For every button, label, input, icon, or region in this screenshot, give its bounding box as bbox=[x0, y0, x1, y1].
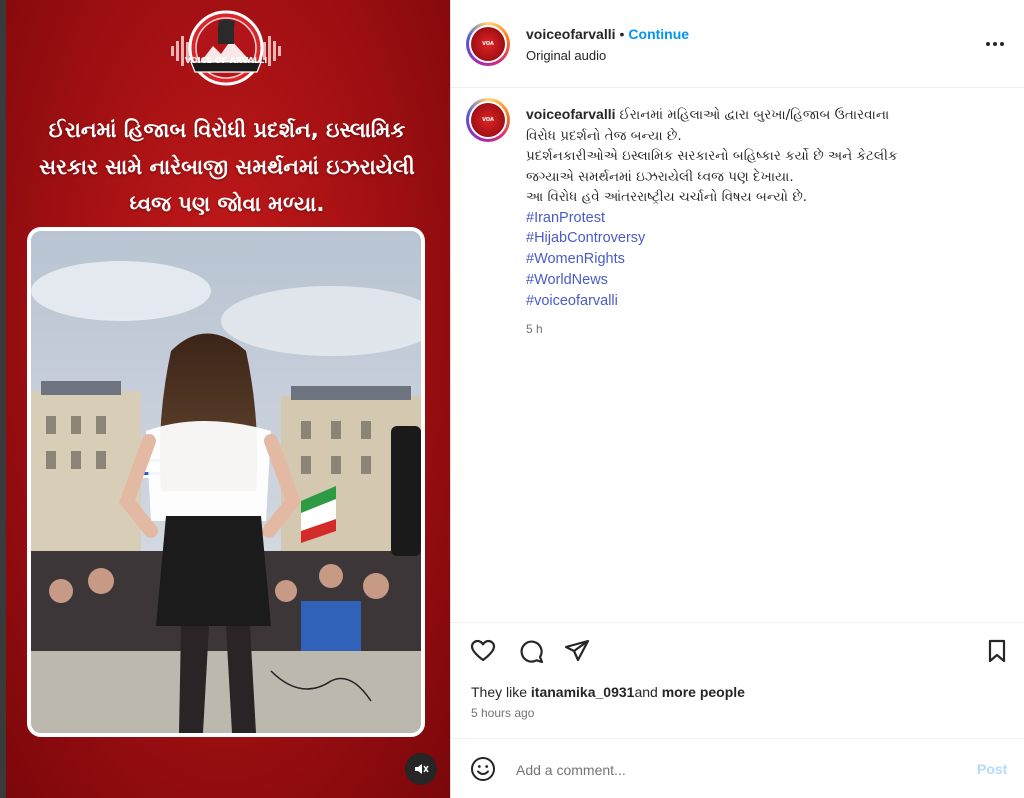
caption-age: 5 h bbox=[526, 322, 543, 337]
post-caption: voiceofarvalli ઈરાનમાં મહિલાઓ દ્વારા બુરખ… bbox=[526, 104, 996, 340]
caption-username[interactable]: voiceofarvalli bbox=[526, 106, 616, 122]
header-username[interactable]: voiceofarvalli bbox=[526, 26, 616, 42]
share-icon[interactable] bbox=[563, 637, 591, 665]
comment-input[interactable] bbox=[516, 758, 956, 782]
speaker-muted-icon bbox=[415, 764, 429, 774]
caption-line: voiceofarvalli ઈરાનમાં મહિલાઓ દ્વારા બુરખ… bbox=[526, 104, 996, 126]
original-audio-link[interactable]: Original audio bbox=[526, 48, 606, 63]
action-bar bbox=[451, 622, 1024, 678]
more-horizontal-icon[interactable] bbox=[983, 34, 1007, 54]
comment-icon[interactable] bbox=[517, 637, 545, 665]
voice-of-arvalli-logo bbox=[171, 10, 281, 86]
comment-bar: Post bbox=[451, 738, 1024, 798]
post-button[interactable]: Post bbox=[977, 761, 1007, 777]
likes-connector: and bbox=[634, 684, 658, 700]
hashtag-link[interactable]: #HijabControversy bbox=[526, 228, 996, 249]
avatar[interactable]: VOA bbox=[466, 22, 510, 66]
media-edge bbox=[0, 0, 6, 798]
header-user-row: voiceofarvalli • Continue bbox=[526, 26, 689, 42]
hashtag-link[interactable]: #WorldNews bbox=[526, 270, 996, 291]
logo-text: VOICE OF ARVALLI bbox=[184, 56, 268, 65]
post-media[interactable]: VOICE OF ARVALLI ઈરાનમાં હિજાબ વિરોધી પ્… bbox=[0, 0, 450, 798]
heart-icon[interactable] bbox=[469, 637, 497, 665]
mute-button[interactable] bbox=[405, 753, 437, 785]
liker-username[interactable]: itanamika_0931 bbox=[531, 684, 635, 700]
protest-photo bbox=[27, 227, 425, 737]
likes-summary: They like itanamika_0931and more people bbox=[471, 684, 745, 700]
headline-line: ઈરાનમાં હિજાબ વિરોધી પ્રદર્શન, ઇસ્લામિક bbox=[48, 118, 406, 142]
hashtag-link[interactable]: #IranProtest bbox=[526, 208, 996, 229]
caption-text: ઈરાનમાં મહિલાઓ દ્વારા બુરખા/હિજાબ ઉતારવા… bbox=[619, 107, 890, 123]
post-timestamp: 5 hours ago bbox=[471, 706, 535, 720]
hashtag-link[interactable]: #WomenRights bbox=[526, 249, 996, 270]
likes-prefix: They like bbox=[471, 684, 531, 700]
hashtag-link[interactable]: #voiceofarvalli bbox=[526, 291, 996, 312]
continue-button[interactable]: Continue bbox=[628, 26, 689, 42]
caption-line: વિરોધ પ્રદર્શનો તેજ બન્યા છે. bbox=[526, 127, 682, 144]
post-dialog: VOICE OF ARVALLI ઈરાનમાં હિજાબ વિરોધી પ્… bbox=[0, 0, 1024, 798]
more-people-link[interactable]: more people bbox=[658, 684, 745, 700]
caption-line: પ્રદર્શનકારીઓએ ઇસ્લામિક સરકારનો બહિષ્કાર… bbox=[526, 148, 898, 164]
emoji-icon[interactable] bbox=[470, 756, 496, 782]
media-headline: ઈરાનમાં હિજાબ વિરોધી પ્રદર્શન, ઇસ્લામિક … bbox=[20, 112, 434, 223]
headline-line: ધ્વજ પણ જોવા મળ્યા. bbox=[129, 192, 325, 216]
caption-avatar[interactable]: VOA bbox=[466, 98, 510, 142]
bookmark-icon[interactable] bbox=[983, 637, 1011, 665]
headline-line: સરકાર સામે નારેબાજી સમર્થનમાં ઇઝરાયેલી bbox=[39, 155, 415, 179]
caption-line: જગ્યાએ સમર્થનમાં ઇઝરાયેલી ધ્વજ પણ દેખાયા… bbox=[526, 168, 794, 185]
post-header: VOA voiceofarvalli • Continue Original aud… bbox=[451, 0, 1024, 88]
caption-line: આ વિરોધ હવે આંતરરાષ્ટ્રીય ચર્ચાનો વિષય બ… bbox=[526, 189, 808, 205]
header-separator: • bbox=[619, 26, 625, 42]
post-sidebar: VOA voiceofarvalli • Continue Original aud… bbox=[450, 0, 1024, 798]
